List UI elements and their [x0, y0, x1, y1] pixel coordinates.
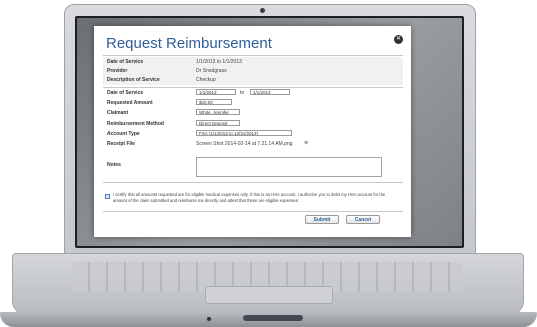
submit-button[interactable]: Submit — [305, 215, 339, 224]
trackpad — [205, 286, 333, 304]
close-icon[interactable]: ✕ — [394, 35, 403, 44]
notes-label: Notes — [107, 162, 121, 168]
certify-checkbox[interactable] — [105, 194, 110, 199]
cancel-button[interactable]: Cancel — [346, 215, 380, 224]
summary-description-label: Description of Service — [107, 77, 160, 83]
requested-amount-label: Requested Amount — [107, 100, 153, 106]
attachment-icon[interactable]: ⊛ — [304, 140, 308, 146]
title-divider — [103, 55, 403, 56]
date-from-input[interactable]: 1/1/2013 — [196, 89, 236, 95]
certification-text: I certify that all amounts requested are… — [113, 192, 386, 203]
receipt-file-name[interactable]: Screen Shot 2014-02-14 at 7.21.14 AM.png — [196, 141, 292, 147]
notes-divider — [103, 182, 403, 183]
dialog-title: Request Reimbursement — [106, 35, 272, 52]
claimant-select[interactable]: White, Jennifer — [196, 109, 240, 115]
summary-description-value: Checkup — [196, 77, 216, 83]
requested-amount-input[interactable]: $20.00 — [196, 99, 232, 105]
notes-textarea[interactable] — [196, 157, 382, 177]
camera-icon — [260, 8, 265, 13]
date-to-input[interactable]: 1/1/2013 — [250, 89, 290, 95]
claimant-label: Claimant — [107, 110, 129, 116]
account-type-value: FSA (1/1/2013 to 12/31/2013) — [199, 131, 259, 136]
summary-provider-label: Provider — [107, 68, 128, 74]
reimbursement-method-label: Reimbursement Method — [107, 121, 164, 127]
account-type-select[interactable]: FSA (1/1/2013 to 12/31/2013) — [196, 130, 292, 136]
summary-provider-value: Dr Snodgrass — [196, 68, 227, 74]
claimant-value: White, Jennifer — [199, 110, 230, 115]
power-led — [207, 317, 211, 321]
summary-divider — [103, 87, 403, 88]
date-of-service-label: Date of Service — [107, 90, 144, 96]
disc-slot — [243, 315, 303, 321]
reimbursement-dialog: Request Reimbursement ✕ Date of Service … — [94, 26, 411, 237]
reimbursement-method-select[interactable]: Direct Deposit — [196, 120, 240, 126]
reimbursement-method-value: Direct Deposit — [199, 121, 228, 126]
actions-divider — [103, 211, 403, 212]
summary-date-value: 1/1/2013 to 1/1/2013 — [196, 59, 242, 65]
summary-date-label: Date of Service — [107, 59, 144, 65]
receipt-file-label: Receipt File — [107, 141, 136, 147]
account-type-label: Account Type — [107, 131, 140, 137]
date-to-word: to — [240, 90, 245, 96]
